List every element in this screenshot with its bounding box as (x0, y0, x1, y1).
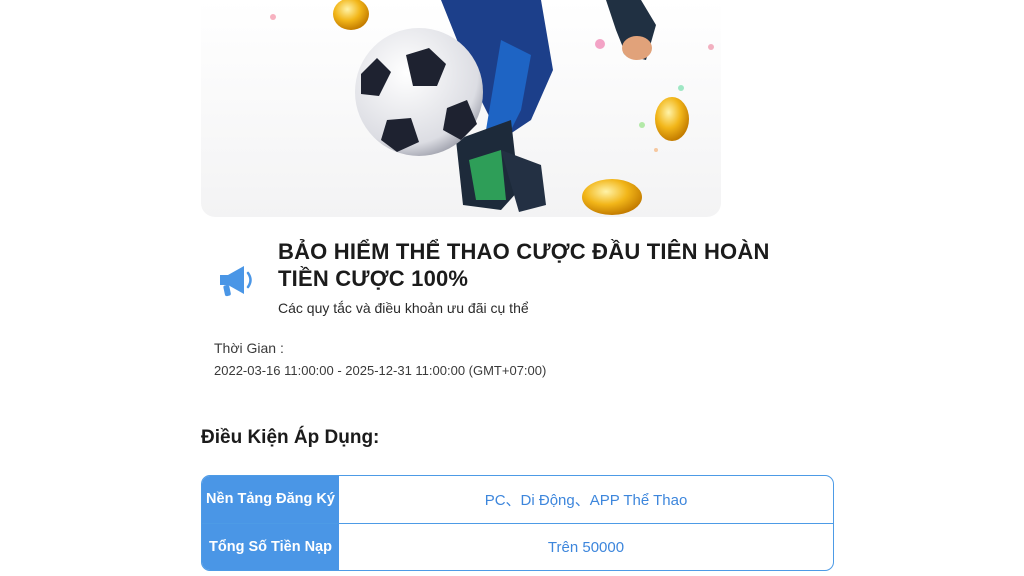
time-label: Thời Gian : (214, 340, 284, 356)
conditions-title: Điều Kiện Áp Dụng: (201, 427, 380, 448)
promo-title: BẢO HIỂM THỂ THAO CƯỢC ĐẦU TIÊN HOÀN TIỀ… (278, 239, 770, 291)
promo-subtitle: Các quy tắc và điều khoản ưu đãi cụ thể (278, 300, 529, 316)
row-key: Nền Tảng Đăng Ký (202, 476, 339, 523)
soccer-player-illustration (270, 0, 714, 215)
table-row: Tổng Số Tiền Nạp Trên 50000 (202, 523, 833, 570)
promo-banner-image (201, 0, 721, 217)
row-value: Trên 50000 (547, 538, 625, 556)
table-row: Nền Tảng Đăng Ký PC、Di Động、APP Thể Thao (202, 476, 833, 523)
conditions-table: Nền Tảng Đăng Ký PC、Di Động、APP Thể Thao… (201, 475, 834, 571)
megaphone-icon (214, 258, 258, 302)
row-key: Tổng Số Tiền Nạp (202, 524, 339, 570)
row-value: PC、Di Động、APP Thể Thao (484, 492, 688, 509)
time-value: 2022-03-16 11:00:00 - 2025-12-31 11:00:0… (214, 363, 547, 378)
